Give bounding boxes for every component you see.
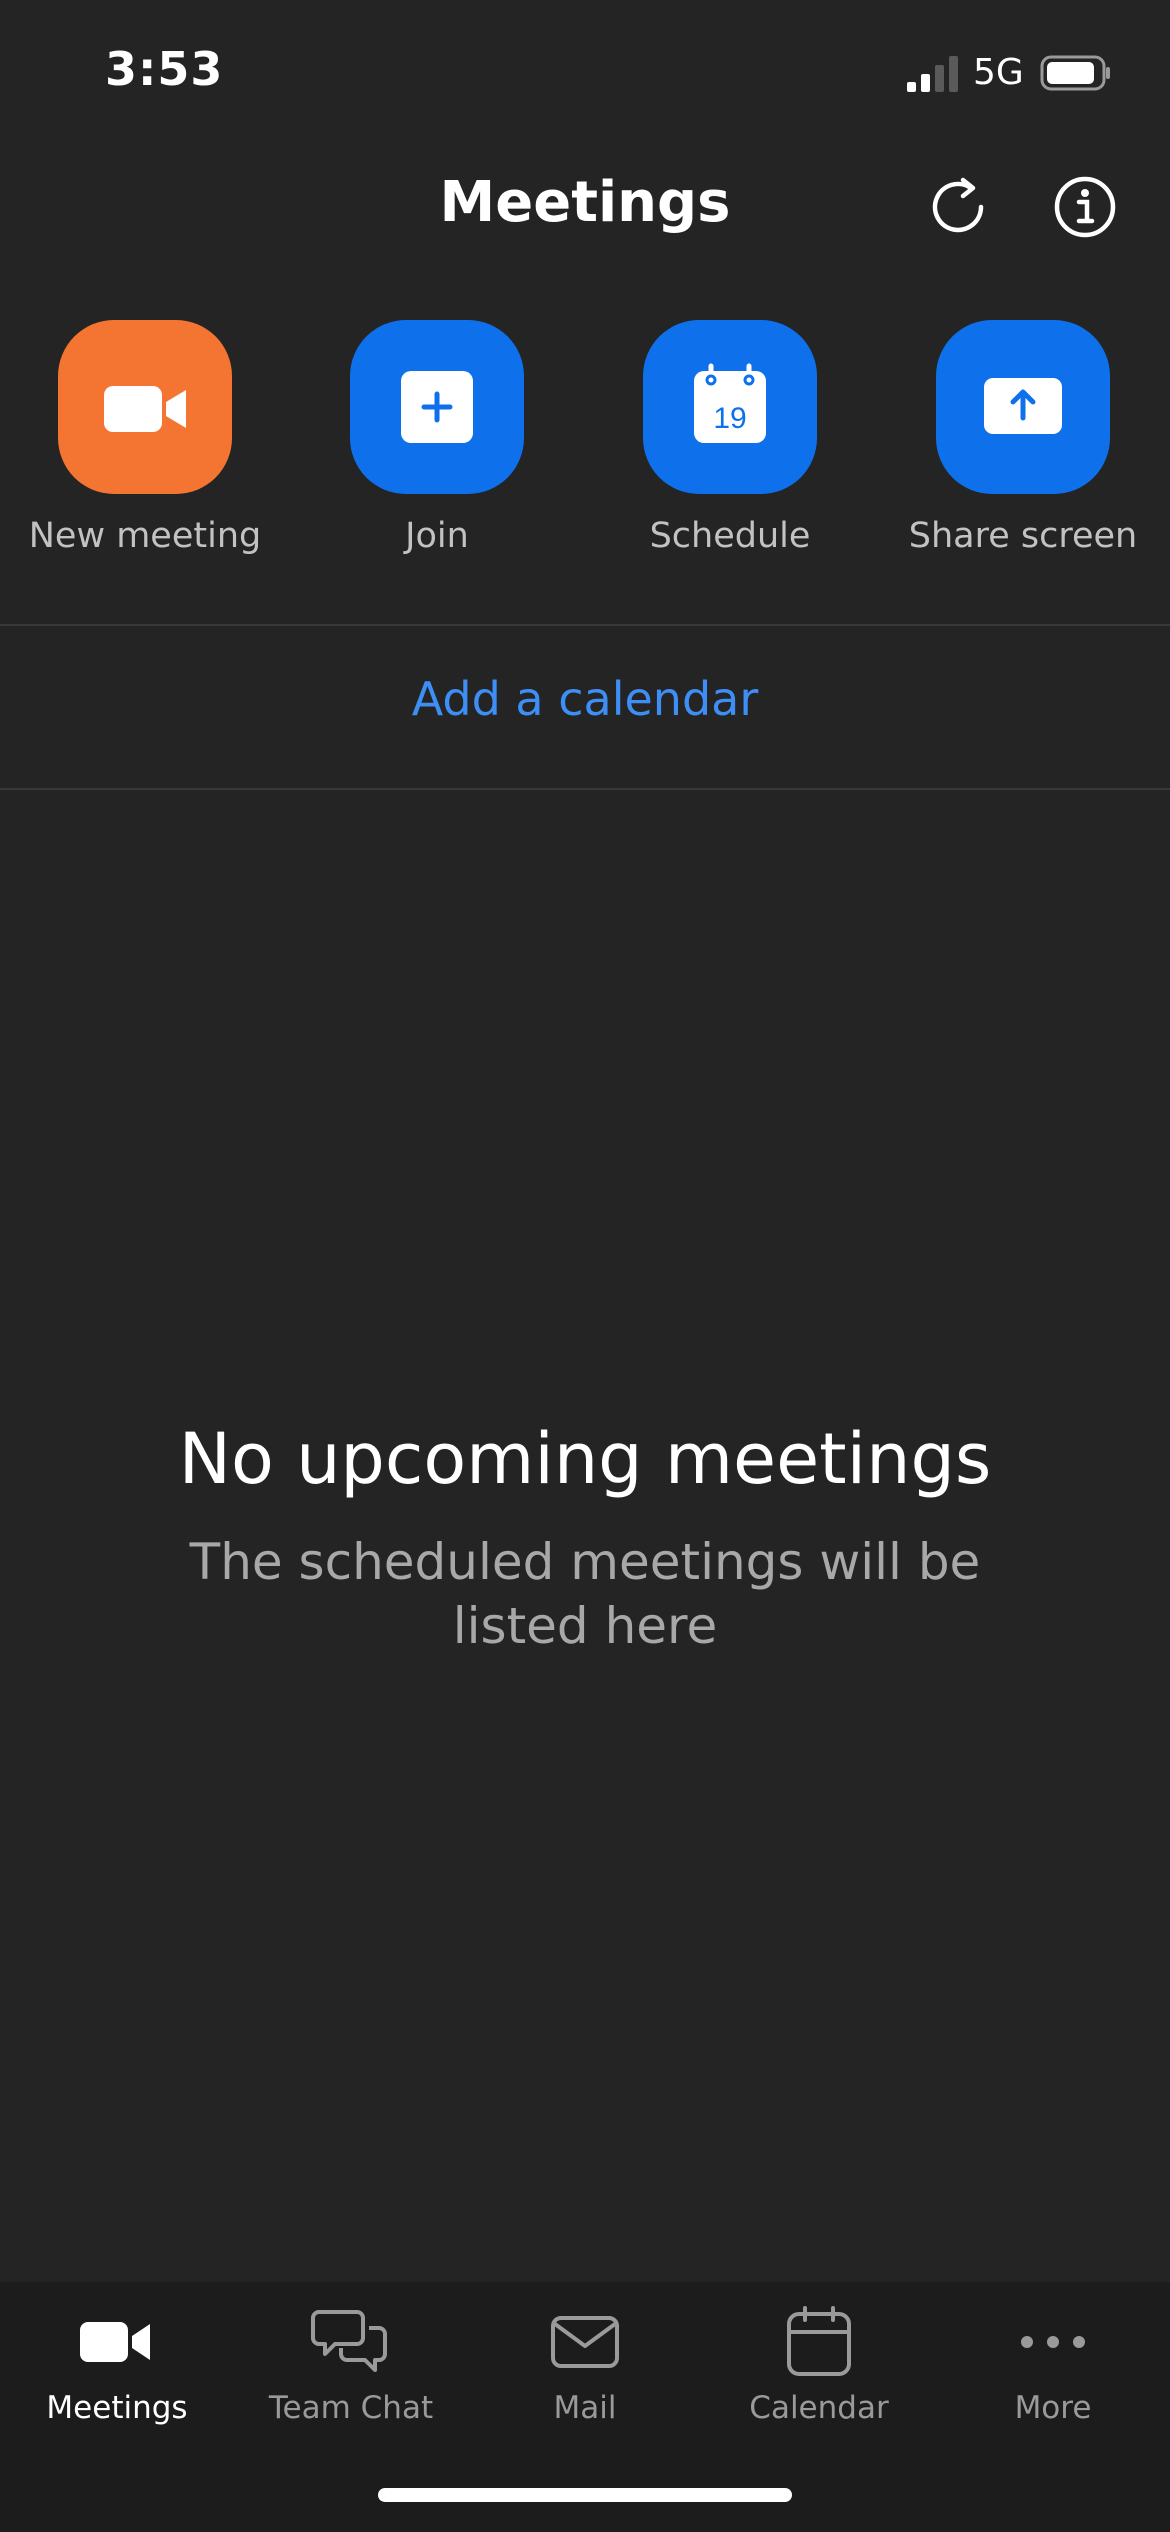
join-label: Join (405, 516, 469, 556)
join-tile[interactable] (350, 320, 524, 494)
info-button[interactable] (1050, 172, 1120, 242)
tab-team-chat[interactable]: Team Chat (234, 2282, 468, 2462)
share-screen-label: Share screen (908, 516, 1138, 556)
new-meeting-button[interactable]: New meeting (0, 320, 290, 580)
tab-label: More (1014, 2390, 1092, 2426)
schedule-button[interactable]: 19 Schedule (585, 320, 875, 580)
video-camera-icon (80, 2322, 150, 2362)
calendar-icon (787, 2306, 851, 2376)
tab-label: Meetings (46, 2390, 188, 2426)
tab-meetings[interactable]: Meetings (0, 2282, 234, 2462)
tab-label: Team Chat (268, 2390, 434, 2426)
join-button[interactable]: Join (292, 320, 582, 580)
divider (0, 788, 1170, 790)
quick-actions: New meeting Join 19 Schedule Share scree… (0, 320, 1170, 580)
tab-label: Mail (553, 2390, 617, 2426)
envelope-icon (551, 2316, 619, 2368)
upload-arrow-icon (984, 378, 1062, 434)
status-bar: 3:53 5G (0, 0, 1170, 140)
tab-mail[interactable]: Mail (468, 2282, 702, 2462)
refresh-icon (932, 177, 984, 233)
share-screen-button[interactable]: Share screen (878, 320, 1168, 580)
tab-label: Calendar (749, 2390, 889, 2426)
video-camera-icon (104, 386, 186, 432)
empty-state-subtitle: The scheduled meetings will be listed he… (189, 1533, 981, 1655)
battery-icon (1040, 55, 1110, 91)
more-dots-icon (1021, 2336, 1085, 2348)
share-screen-tile[interactable] (936, 320, 1110, 494)
network-type: 5G (973, 52, 1024, 93)
tab-more[interactable]: More (936, 2282, 1170, 2462)
divider (0, 624, 1170, 626)
schedule-tile[interactable]: 19 (643, 320, 817, 494)
home-indicator[interactable] (378, 2488, 792, 2502)
signal-strength-icon (907, 56, 958, 92)
new-meeting-tile[interactable] (58, 320, 232, 494)
chat-bubbles-icon (311, 2310, 387, 2372)
empty-state-title: No upcoming meetings (178, 1418, 992, 1500)
info-icon (1054, 176, 1116, 238)
add-calendar-link[interactable]: Add a calendar (0, 672, 1170, 726)
calendar-icon: 19 (694, 363, 766, 443)
plus-icon (401, 371, 473, 443)
tab-calendar[interactable]: Calendar (702, 2282, 936, 2462)
refresh-button[interactable] (923, 172, 993, 242)
page-title: Meetings (439, 170, 731, 235)
calendar-day: 19 (713, 402, 746, 435)
status-time: 3:53 (105, 42, 224, 96)
new-meeting-label: New meeting (28, 516, 262, 556)
schedule-label: Schedule (649, 516, 811, 556)
